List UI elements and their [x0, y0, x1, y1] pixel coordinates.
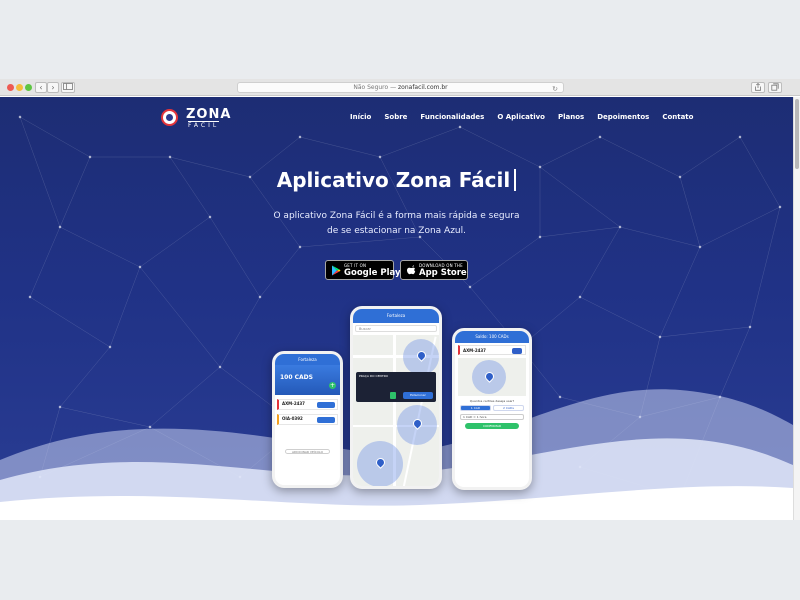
popup-green-icon — [390, 392, 396, 399]
address-site: zonafacil.com.br — [398, 84, 448, 91]
reload-icon[interactable]: ↻ — [552, 84, 558, 94]
add-vehicle-button: ADICIONAR VEÍCULO — [285, 449, 330, 454]
hero-title: Aplicativo Zona Fácil — [0, 168, 793, 192]
close-window-button[interactable] — [7, 84, 14, 91]
hero-section: ZONA FÁCIL Início Sobre Funcionalidades … — [0, 97, 793, 520]
vehicle-row: AXM-2437 — [277, 399, 338, 410]
phone-header: Fortaleza — [353, 309, 439, 323]
share-icon[interactable] — [751, 82, 765, 93]
vehicle-plate: AXM-2437 — [282, 401, 305, 406]
nav-item-contato[interactable]: Contato — [662, 113, 693, 121]
nav-item-inicio[interactable]: Início — [350, 113, 371, 121]
hero-subtitle-line1: O aplicativo Zona Fácil é a forma mais r… — [273, 211, 520, 221]
park-button: Estacionar — [403, 392, 433, 399]
tabs-overview-icon[interactable] — [768, 82, 782, 93]
vehicle-plate: OIA-0392 — [282, 416, 303, 421]
duration-select: 1 CAD = 1 hora — [460, 414, 524, 420]
vehicle-plate: AXM-2437 — [463, 348, 486, 353]
cads-question: Quantos cartões deseja usar? — [469, 399, 515, 403]
address-bar[interactable]: Não Seguro — zonafacil.com.br ↻ — [237, 82, 564, 93]
phone-header: Saldo: 100 CADs — [455, 331, 529, 343]
zoom-window-button[interactable] — [25, 84, 32, 91]
google-play-icon — [330, 265, 341, 276]
phone-mockup-parking: Saldo: 100 CADs AXM-2437 Quantos cartões… — [452, 328, 532, 490]
selected-vehicle-card: AXM-2437 — [458, 345, 526, 355]
option-1-cad: 1 CAD — [460, 405, 491, 411]
cads-options: 1 CAD 2 CADs — [460, 405, 524, 411]
vehicle-action-button — [317, 402, 335, 408]
map-search-field: Buscar — [355, 325, 437, 332]
google-play-label: Google Play — [344, 268, 401, 278]
option-2-cads: 2 CADs — [493, 405, 524, 411]
logo-facil-text: FÁCIL — [188, 121, 220, 129]
minimize-window-button[interactable] — [16, 84, 23, 91]
popup-title: PRAÇA DO CENTRO — [359, 374, 389, 378]
vehicle-row: OIA-0392 — [277, 414, 338, 425]
browser-toolbar: ‹ › Não Seguro — zonafacil.com.br ↻ — [0, 79, 800, 96]
cads-balance: 100 CADS — [280, 374, 313, 381]
nav-item-funcionalidades[interactable]: Funcionalidades — [420, 113, 484, 121]
hero-title-text: Aplicativo Zona Fácil — [276, 168, 511, 192]
sidebar-toggle-icon[interactable] — [61, 82, 75, 93]
app-store-button[interactable]: Download on the App Store — [400, 260, 468, 280]
nav-item-o-aplicativo[interactable]: O Aplicativo — [497, 113, 545, 121]
logo-zona-text: ZONA — [186, 107, 232, 122]
car-icon — [512, 348, 522, 354]
logo-badge-icon — [161, 109, 178, 126]
forward-button[interactable]: › — [47, 82, 59, 93]
nav-item-depoimentos[interactable]: Depoimentos — [597, 113, 649, 121]
app-store-label: App Store — [419, 268, 467, 278]
page-scrollbar[interactable] — [793, 97, 800, 520]
map-view: PRAÇA DO CENTRO Estacionar — [353, 335, 439, 486]
phone-header: Fortaleza — [275, 354, 340, 365]
back-button[interactable]: ‹ — [35, 82, 47, 93]
phone-mockup-map: Fortaleza Buscar PRAÇA DO CENTRO Estacio… — [350, 306, 442, 489]
add-cads-icon: + — [329, 382, 336, 389]
main-navigation: Início Sobre Funcionalidades O Aplicativ… — [350, 113, 706, 121]
apple-icon — [405, 265, 416, 276]
hero-subtitle-line2: de se estacionar na Zona Azul. — [327, 226, 466, 236]
nav-item-sobre[interactable]: Sobre — [384, 113, 407, 121]
google-play-button[interactable]: GET IT ON Google Play — [325, 260, 401, 280]
browser-window: ‹ › Não Seguro — zonafacil.com.br ↻ ZONA… — [0, 79, 800, 520]
phone-mockup-wallet: Fortaleza 100 CADS + AXM-2437 OIA-0392 A… — [272, 351, 343, 488]
parking-popup: PRAÇA DO CENTRO Estacionar — [356, 372, 436, 402]
mini-map — [458, 358, 526, 396]
typing-cursor — [514, 169, 517, 191]
confirm-button: CONFIRMAR — [465, 423, 519, 429]
hero-subtitle: O aplicativo Zona Fácil é a forma mais r… — [0, 209, 793, 239]
scrollbar-thumb[interactable] — [795, 99, 799, 169]
vehicle-action-button — [317, 417, 335, 423]
security-status: Não Seguro — — [353, 84, 399, 91]
brand-logo[interactable]: ZONA FÁCIL — [161, 107, 233, 129]
cads-balance-card: 100 CADS + — [275, 365, 340, 395]
nav-item-planos[interactable]: Planos — [558, 113, 584, 121]
